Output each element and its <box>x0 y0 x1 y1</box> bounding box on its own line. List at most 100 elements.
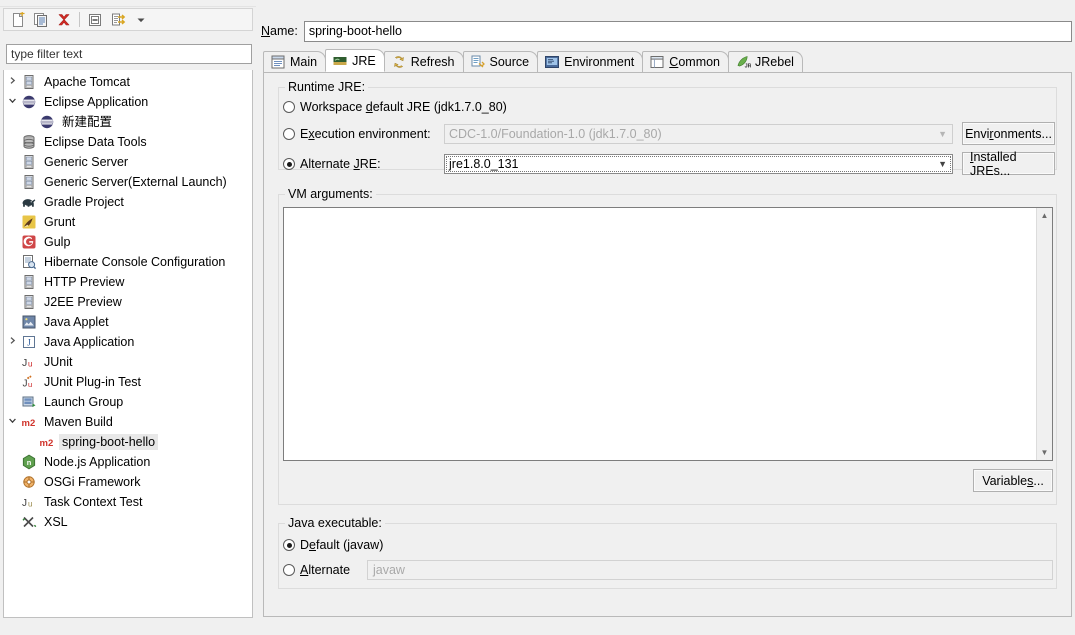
tree-item-maven-build[interactable]: m2 Maven Build <box>4 412 252 432</box>
tab-main[interactable]: Main <box>263 51 327 72</box>
eclipse-icon <box>38 114 56 130</box>
left-panel-bottom <box>0 621 256 635</box>
tree-item-http-preview[interactable]: HTTP Preview <box>4 272 252 292</box>
vm-arguments-group: VM arguments: ▲ ▼ Variables... <box>278 187 1057 505</box>
tree-item-generic-server[interactable]: Generic Server <box>4 152 252 172</box>
tree-item-j2ee-preview[interactable]: J2EE Preview <box>4 292 252 312</box>
tree-item-java-applet[interactable]: Java Applet <box>4 312 252 332</box>
tree-item-apache-tomcat[interactable]: Apache Tomcat <box>4 72 252 92</box>
tab-jre[interactable]: JRE <box>325 49 385 72</box>
svg-text:u: u <box>28 380 32 389</box>
tree-item-generic-server-external-launch[interactable]: Generic Server(External Launch) <box>4 172 252 192</box>
tree-item-eclipse-application[interactable]: Eclipse Application <box>4 92 252 112</box>
java-executable-default-label: Default (javaw) <box>300 538 384 552</box>
execution-environment-option[interactable]: Execution environment: <box>283 124 431 144</box>
java-application-icon: J <box>20 334 38 350</box>
launch-configuration-tree[interactable]: Apache Tomcat Eclipse Application 新建配置 Ecli… <box>3 70 253 618</box>
tree-item-hibernate-console-configuration[interactable]: Hibernate Console Configuration <box>4 252 252 272</box>
tree-item-junit-plug-in-test[interactable]: Ju JUnit Plug-in Test <box>4 372 252 392</box>
tree-item-label: Task Context Test <box>44 495 143 509</box>
vm-arguments-legend: VM arguments: <box>285 187 376 201</box>
tree-items-container: Apache Tomcat Eclipse Application 新建配置 Ecli… <box>4 70 252 532</box>
tab-source[interactable]: Source <box>462 51 539 72</box>
tab-bar: Main JRE Refresh Source Environment Common JR J… <box>263 49 1072 72</box>
java-executable-alternate-input[interactable]: javaw <box>367 560 1053 580</box>
chevron-down-icon[interactable] <box>130 10 152 30</box>
svg-text:u: u <box>28 499 32 508</box>
variables-button[interactable]: Variables... <box>973 469 1053 492</box>
scroll-down-icon[interactable]: ▼ <box>1037 445 1052 460</box>
junit-icon: Ju <box>20 354 38 370</box>
tree-item-label: 新建配置 <box>62 115 113 129</box>
workspace-default-jre-option[interactable]: Workspace default JRE (jdk1.7.0_80) <box>283 97 507 117</box>
chevron-right-icon[interactable] <box>4 336 20 348</box>
workspace-default-jre-radio[interactable] <box>283 101 295 113</box>
junit-plugin-icon: Ju <box>20 374 38 390</box>
tree-item-xsl[interactable]: XSL <box>4 512 252 532</box>
environments-button[interactable]: Environments... <box>962 122 1055 145</box>
new-document-icon[interactable] <box>7 10 29 30</box>
tab-refresh[interactable]: Refresh <box>383 51 464 72</box>
tab-environment[interactable]: Environment <box>537 51 644 72</box>
tree-item-label: Gradle Project <box>44 195 124 209</box>
tree-item-label: Java Applet <box>44 315 109 329</box>
vm-arguments-field[interactable]: ▲ ▼ <box>283 207 1053 461</box>
alternate-jre-option[interactable]: Alternate JRE: <box>283 154 381 174</box>
tree-item-label: Grunt <box>44 215 76 229</box>
tree-item-gulp[interactable]: Gulp <box>4 232 252 252</box>
tree-item-task-context-test[interactable]: Ju Task Context Test <box>4 492 252 512</box>
delete-red-x-icon[interactable] <box>53 10 75 30</box>
chevron-down-icon[interactable] <box>4 416 20 428</box>
common-tab-icon <box>649 55 665 70</box>
tree-item-label: JUnit Plug-in Test <box>44 375 142 389</box>
collapse-all-icon[interactable] <box>84 10 106 30</box>
tree-item-label: spring-boot-hello <box>59 434 159 450</box>
hibernate-icon <box>20 254 38 270</box>
tab-label: Source <box>489 55 530 69</box>
variables-button-label: Variables... <box>982 473 1044 488</box>
java-executable-legend: Java executable: <box>285 516 385 530</box>
tree-item-osgi-framework[interactable]: OSGi Framework <box>4 472 252 492</box>
tree-item-grunt[interactable]: Grunt <box>4 212 252 232</box>
execution-environment-combo[interactable]: CDC-1.0/Foundation-1.0 (jdk1.7.0_80) ▼ <box>444 124 953 144</box>
installed-jres-button[interactable]: Installed JREs... <box>962 150 1055 178</box>
tree-item-junit[interactable]: Ju JUnit <box>4 352 252 372</box>
java-executable-alternate-option[interactable]: Alternate <box>283 560 350 580</box>
java-executable-default-radio[interactable] <box>283 539 295 551</box>
filter-input[interactable] <box>6 44 252 64</box>
tree-item-java-application[interactable]: J Java Application <box>4 332 252 352</box>
tree-item-eclipse-data-tools[interactable]: Eclipse Data Tools <box>4 132 252 152</box>
chevron-down-icon[interactable] <box>4 96 20 108</box>
tree-item-spring-boot-hello[interactable]: m2 spring-boot-hello <box>4 432 252 452</box>
vm-arguments-scrollbar[interactable]: ▲ ▼ <box>1036 208 1052 460</box>
name-label: Name: <box>261 24 298 38</box>
scroll-up-icon[interactable]: ▲ <box>1037 208 1052 223</box>
svg-text:JR: JR <box>745 64 751 70</box>
runtime-jre-legend: Runtime JRE: <box>285 80 369 94</box>
tab-common[interactable]: Common <box>642 51 730 72</box>
tree-item-[interactable]: 新建配置 <box>4 112 252 132</box>
copy-icon[interactable] <box>30 10 52 30</box>
chevron-right-icon[interactable] <box>4 76 20 88</box>
tree-item-label: J2EE Preview <box>44 295 122 309</box>
execution-environment-radio[interactable] <box>283 128 295 140</box>
tab-jrebel[interactable]: JR JRebel <box>728 51 803 72</box>
tree-item-node-js-application[interactable]: n Node.js Application <box>4 452 252 472</box>
nodejs-icon: n <box>20 454 38 470</box>
alternate-jre-radio[interactable] <box>283 158 295 170</box>
tree-item-launch-group[interactable]: Launch Group <box>4 392 252 412</box>
tree-item-gradle-project[interactable]: Gradle Project <box>4 192 252 212</box>
alternate-jre-label: Alternate JRE: <box>300 157 381 171</box>
svg-text:m2: m2 <box>22 418 36 429</box>
alternate-jre-combo[interactable]: jre1.8.0_131 ▼ <box>444 154 953 174</box>
tab-label: Common <box>669 55 721 69</box>
svg-text:J: J <box>23 379 28 390</box>
filter-icon[interactable] <box>107 10 129 30</box>
name-input[interactable] <box>303 20 1072 42</box>
java-executable-alternate-radio[interactable] <box>283 564 295 576</box>
java-executable-default-option[interactable]: Default (javaw) <box>283 535 383 555</box>
vm-arguments-text[interactable] <box>284 208 1036 460</box>
gradle-elephant-icon <box>20 194 38 210</box>
svg-text:u: u <box>28 359 32 368</box>
run-configurations-dialog: Apache Tomcat Eclipse Application 新建配置 Ecli… <box>0 0 1075 635</box>
